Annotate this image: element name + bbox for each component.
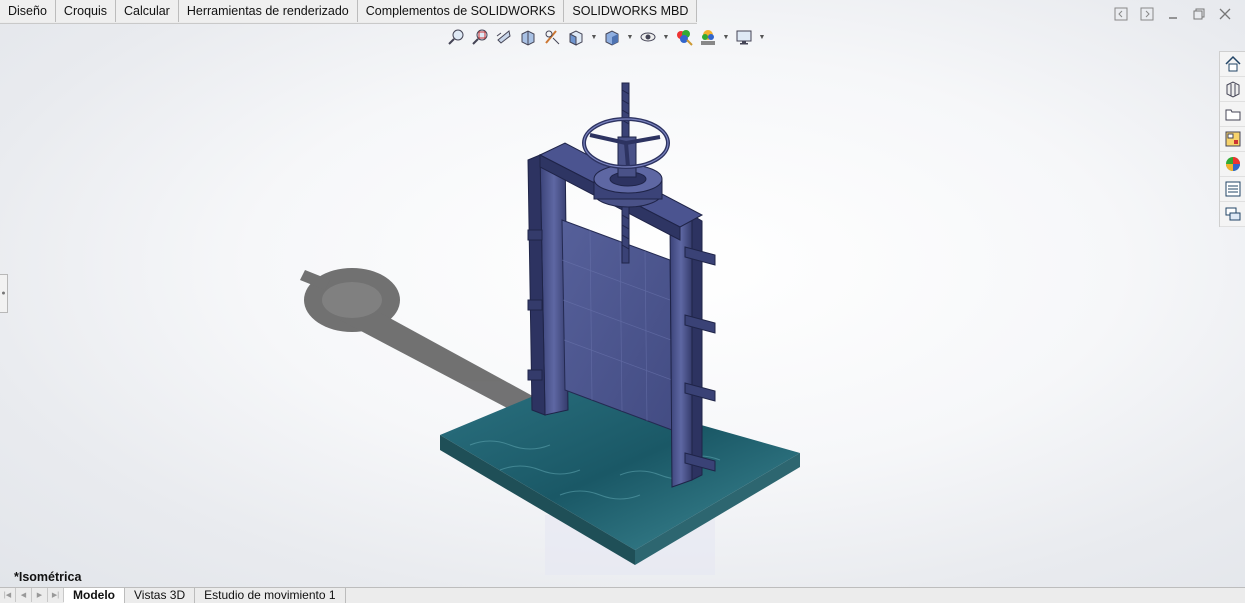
water-base-slab (440, 385, 800, 565)
home-icon[interactable] (1220, 52, 1245, 77)
graphics-area[interactable]: Diseño Croquis Calcular Herramientas de … (0, 0, 1245, 587)
tab-estudio-movimiento[interactable]: Estudio de movimiento 1 (195, 588, 346, 603)
chevron-right-icon: ● (1, 290, 6, 297)
edit-appearance-icon[interactable] (674, 26, 694, 48)
chevron-down-icon[interactable]: ▼ (662, 26, 670, 48)
previous-view-icon[interactable] (494, 26, 514, 48)
left-frame-post (527, 144, 569, 416)
tab-diseno[interactable]: Diseño (0, 0, 56, 22)
tab-complementos-solidworks[interactable]: Complementos de SOLIDWORKS (357, 0, 565, 22)
chevron-down-icon[interactable]: ▼ (590, 26, 598, 48)
view-orientation-icon[interactable] (566, 26, 586, 48)
next-tab-icon[interactable]: ▶ (32, 588, 48, 602)
tab-scroll-buttons: |◀ ◀ ▶ ▶| (0, 588, 64, 603)
last-tab-icon[interactable]: ▶| (48, 588, 64, 602)
collapse-right-icon[interactable] (1139, 7, 1155, 23)
feature-tree-expand-handle[interactable]: ● (0, 274, 8, 313)
bottom-tab-bar: |◀ ◀ ▶ ▶| Modelo Vistas 3D Estudio de mo… (0, 587, 1245, 603)
command-manager-tabs: Diseño Croquis Calcular Herramientas de … (0, 0, 698, 24)
chevron-down-icon[interactable]: ▼ (626, 26, 634, 48)
heads-up-view-toolbar: ▼ ▼ ▼ ▼ ▼ (446, 26, 766, 48)
task-pane (1219, 51, 1245, 227)
tab-croquis[interactable]: Croquis (55, 0, 116, 22)
forum-icon[interactable] (1220, 202, 1245, 227)
custom-properties-icon[interactable] (1220, 177, 1245, 202)
design-library-icon[interactable] (1220, 77, 1245, 102)
sluice-gate-model[interactable] (300, 75, 820, 575)
display-style-icon[interactable] (602, 26, 622, 48)
hide-show-items-icon[interactable] (638, 26, 658, 48)
zoom-to-fit-icon[interactable] (446, 26, 466, 48)
section-view-icon[interactable] (518, 26, 538, 48)
tab-calcular[interactable]: Calcular (116, 0, 179, 22)
dynamic-annotation-icon[interactable] (542, 26, 562, 48)
appearances-icon[interactable] (1220, 152, 1245, 177)
close-icon[interactable] (1217, 7, 1233, 23)
prev-tab-icon[interactable]: ◀ (16, 588, 32, 602)
file-explorer-icon[interactable] (1220, 102, 1245, 127)
view-orientation-label: *Isométrica (14, 570, 82, 584)
chevron-down-icon[interactable]: ▼ (722, 26, 730, 48)
chevron-down-icon[interactable]: ▼ (758, 26, 766, 48)
restore-icon[interactable] (1191, 7, 1207, 23)
apply-scene-icon[interactable] (698, 26, 718, 48)
tab-modelo[interactable]: Modelo (64, 588, 125, 603)
zoom-to-area-icon[interactable] (470, 26, 490, 48)
view-settings-icon[interactable] (734, 26, 754, 48)
view-palette-icon[interactable] (1220, 127, 1245, 152)
collapse-left-icon[interactable] (1113, 7, 1129, 23)
minimize-icon[interactable] (1165, 7, 1181, 23)
first-tab-icon[interactable]: |◀ (0, 588, 16, 602)
tab-vistas-3d[interactable]: Vistas 3D (125, 588, 196, 603)
document-window-controls (1113, 7, 1233, 23)
tab-solidworks-mbd[interactable]: SOLIDWORKS MBD (564, 0, 698, 22)
tab-herramientas-renderizado[interactable]: Herramientas de renderizado (178, 0, 358, 22)
